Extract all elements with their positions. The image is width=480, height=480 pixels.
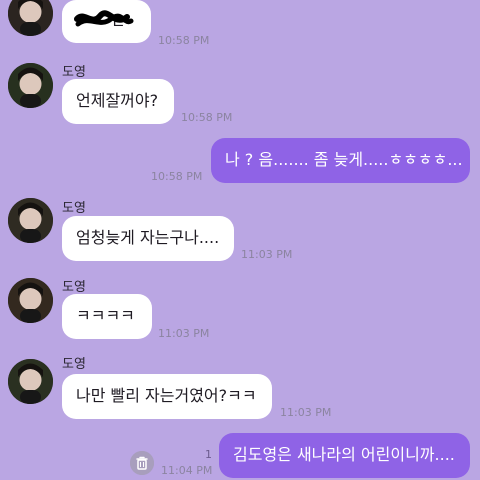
redaction-scribble-icon <box>74 10 134 27</box>
sender-name: 도영 <box>62 201 86 216</box>
avatar-photo <box>8 359 53 404</box>
avatar[interactable] <box>8 198 53 243</box>
message-time: 10:58 PM <box>151 170 203 183</box>
message-bubble-outgoing[interactable]: 나 ? 음....... 좀 늦게.....ㅎㅎㅎㅎ... <box>211 138 470 183</box>
avatar[interactable] <box>8 0 53 36</box>
message-text: ㅋㅋㅋㅋ <box>76 306 135 325</box>
avatar-photo <box>8 63 53 108</box>
message-bubble-incoming[interactable]: 나만 빨리 자는거였어?ㅋㅋ <box>62 374 272 419</box>
message-time: 11:03 PM <box>280 406 332 419</box>
message-text: 엄청늦게 자는구나.... <box>76 228 220 247</box>
sender-name: 도영 <box>62 357 86 372</box>
chat-thread: ㄷ 10:58 PM 도영 언제잘꺼야? 10:58 PM 나 ? 음.....… <box>0 0 480 480</box>
message-time: 11:04 PM <box>161 464 213 477</box>
message-text: 나 ? 음....... 좀 늦게.....ㅎㅎㅎㅎ... <box>225 150 463 169</box>
avatar[interactable] <box>8 63 53 108</box>
avatar-photo <box>8 278 53 323</box>
trash-icon <box>130 451 154 475</box>
message-time: 10:58 PM <box>158 34 210 47</box>
message-text: 김도영은 새나라의 어린이니까.... <box>233 445 455 464</box>
message-time: 11:03 PM <box>158 327 210 340</box>
delete-button[interactable] <box>130 451 154 475</box>
message-bubble-outgoing[interactable]: 김도영은 새나라의 어린이니까.... <box>219 433 470 478</box>
sender-name: 도영 <box>62 280 86 295</box>
message-time: 10:58 PM <box>181 111 233 124</box>
avatar[interactable] <box>8 278 53 323</box>
avatar[interactable] <box>8 359 53 404</box>
sender-name: 도영 <box>62 65 86 80</box>
message-bubble-incoming[interactable]: 언제잘꺼야? <box>62 79 174 124</box>
message-bubble-incoming[interactable]: ㅋㅋㅋㅋ <box>62 294 152 339</box>
message-time: 11:03 PM <box>241 248 293 261</box>
avatar-photo <box>8 0 53 36</box>
message-text: 언제잘꺼야? <box>76 91 159 110</box>
message-bubble-incoming[interactable]: 엄청늦게 자는구나.... <box>62 216 234 261</box>
unread-count: 1 <box>205 448 212 461</box>
message-text: 나만 빨리 자는거였어?ㅋㅋ <box>76 386 257 405</box>
avatar-photo <box>8 198 53 243</box>
